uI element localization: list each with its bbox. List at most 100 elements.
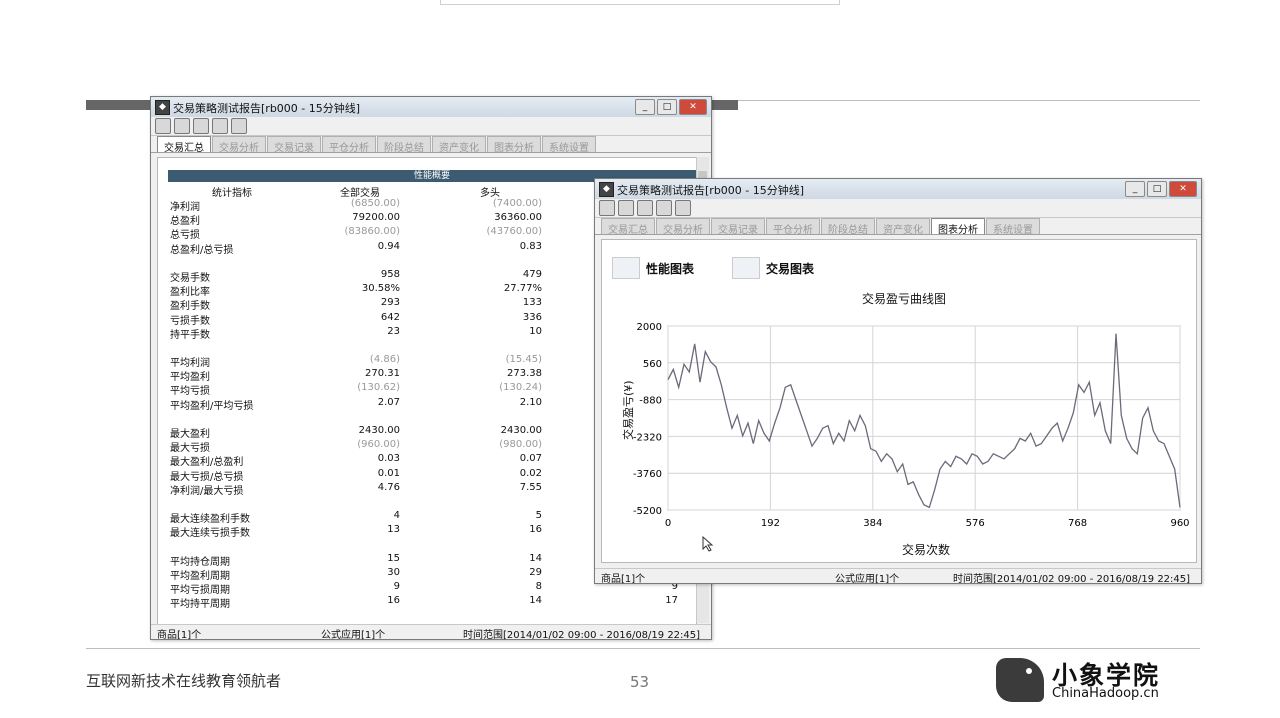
app-icon: ◆ (155, 100, 170, 115)
stat-value-all: (960.00) (357, 439, 400, 451)
y-tick-label: -3760 (633, 469, 662, 480)
app-icon: ◆ (599, 182, 614, 197)
stat-value-all: 270.31 (365, 368, 400, 380)
copy-icon[interactable] (618, 200, 634, 216)
status-goods: 商品[1]个 (157, 630, 202, 641)
copy-icon[interactable] (174, 118, 190, 134)
stat-value-all: (130.62) (357, 382, 400, 394)
minimize-button[interactable]: _ (635, 99, 655, 115)
chart-panel: 性能图表 交易图表 交易盈亏曲线图 0 192 384 576 768 960 2000 56… (601, 239, 1197, 563)
minimize-button[interactable]: _ (1125, 181, 1145, 197)
stat-label: 平均亏损周期 (170, 585, 230, 597)
stat-value-all: 16 (387, 595, 400, 607)
stat-value-all: 293 (380, 297, 400, 309)
tab-item[interactable]: 阶段总结 (377, 136, 431, 154)
stat-label: 盈利比率 (170, 287, 210, 299)
stat-label: 交易手数 (170, 272, 210, 284)
status-range: 时间范围[2014/01/02 09:00 - 2016/08/19 22:45… (463, 630, 701, 641)
tab-item[interactable]: 图表分析 (487, 136, 541, 154)
stat-value-all: 958 (380, 268, 400, 280)
tab-item[interactable]: 资产变化 (432, 136, 486, 154)
tab-item[interactable]: 平仓分析 (322, 136, 376, 154)
report-window-chart: ◆ 交易策略测试报告[rb000 - 15分钟线] _ □ ✕ 交易汇总 交易分析… (594, 178, 1202, 585)
tab-item[interactable]: 图表分析 (931, 218, 985, 236)
maximize-button[interactable]: □ (657, 99, 677, 115)
stat-value-all: 0.01 (377, 467, 400, 479)
title-bar[interactable]: ◆ 交易策略测试报告[rb000 - 15分钟线] _ □ ✕ (595, 179, 1201, 199)
column-header: 全部交易 (340, 188, 380, 199)
y-tick-label: 2000 (637, 322, 662, 333)
y-tick-label: -2320 (633, 432, 662, 443)
tab-item[interactable]: 系统设置 (542, 136, 596, 154)
mouse-cursor-icon (702, 536, 714, 552)
help-icon[interactable] (212, 118, 228, 134)
exit-icon[interactable] (675, 200, 691, 216)
x-tick-label: 384 (863, 518, 882, 529)
x-axis-label: 交易次数 (902, 543, 951, 557)
stat-value-all: 0.94 (377, 240, 400, 252)
help-icon[interactable] (656, 200, 672, 216)
column-header: 多头 (480, 188, 500, 199)
print-icon[interactable] (193, 118, 209, 134)
print-icon[interactable] (637, 200, 653, 216)
x-tick-label: 768 (1068, 518, 1087, 529)
stat-value-long: 336 (522, 311, 542, 323)
stat-value-long: (15.45) (505, 354, 542, 366)
status-bar: 商品[1]个 公式应用[1]个 时间范围[2014/01/02 09:00 - … (151, 624, 711, 641)
tab-item[interactable]: 交易汇总 (157, 136, 211, 154)
page-number: 53 (630, 673, 650, 691)
stat-label: 持平手数 (170, 329, 210, 341)
tab-item[interactable]: 交易汇总 (601, 218, 655, 236)
stat-value-long: (43760.00) (486, 226, 542, 238)
stat-label: 总盈利 (170, 216, 200, 228)
stat-label: 净利润 (170, 202, 200, 213)
stat-value-all: 79200.00 (352, 212, 400, 224)
maximize-button[interactable]: □ (1147, 181, 1167, 197)
stat-value-all: 9 (393, 581, 400, 593)
tab-item[interactable]: 阶段总结 (821, 218, 875, 236)
stat-value-long: (7400.00) (492, 198, 542, 209)
stat-label: 平均利润 (170, 358, 210, 370)
tab-item[interactable]: 平仓分析 (766, 218, 820, 236)
tab-strip: 交易汇总 交易分析 交易记录 平仓分析 阶段总结 资产变化 图表分析 系统设置 (151, 136, 711, 154)
stat-value-long: 7.55 (519, 481, 542, 493)
window-title: 交易策略测试报告[rb000 - 15分钟线] (617, 184, 805, 197)
column-header: 统计指标 (212, 188, 252, 199)
stat-value-all: 642 (380, 311, 400, 323)
y-tick-label: -880 (639, 396, 662, 407)
status-range: 时间范围[2014/01/02 09:00 - 2016/08/19 22:45… (953, 574, 1191, 585)
stat-label: 平均持仓周期 (170, 556, 230, 568)
stat-value-long: 29 (529, 566, 542, 578)
stat-value-short: 17 (665, 595, 678, 607)
stat-value-all: 0.03 (377, 453, 400, 465)
tab-item[interactable]: 资产变化 (876, 218, 930, 236)
stat-value-all: 2430.00 (358, 425, 400, 436)
title-bar[interactable]: ◆ 交易策略测试报告[rb000 - 15分钟线] _ □ ✕ (151, 97, 711, 117)
tab-item[interactable]: 交易分析 (212, 136, 266, 154)
exit-icon[interactable] (231, 118, 247, 134)
stat-value-all: 23 (387, 325, 400, 337)
close-button[interactable]: ✕ (679, 99, 707, 115)
stat-value-all: 4.76 (377, 481, 400, 493)
chinahadoop-logo: 小象学院 ChinaHadoop.cn (996, 656, 1186, 706)
x-tick-label: 192 (761, 518, 780, 529)
pnl-line-chart: 0 192 384 576 768 960 2000 560 -880 -2320 -3760 -52… (633, 322, 1190, 529)
stat-value-long: 27.77% (503, 283, 542, 295)
tab-item[interactable]: 交易记录 (711, 218, 765, 236)
save-icon[interactable] (155, 118, 171, 134)
save-icon[interactable] (599, 200, 615, 216)
close-button[interactable]: ✕ (1169, 181, 1197, 197)
stats-row: 平均持平周期 16 14 17 (170, 595, 690, 610)
status-formula: 公式应用[1]个 (835, 574, 900, 585)
tab-item[interactable]: 交易记录 (267, 136, 321, 154)
x-tick-label: 960 (1170, 518, 1189, 529)
stat-value-all: 30.58% (361, 283, 400, 295)
stat-value-long: 5 (535, 510, 542, 522)
tab-item[interactable]: 交易分析 (656, 218, 710, 236)
tab-item[interactable]: 系统设置 (986, 218, 1040, 236)
stat-value-long: 0.02 (519, 467, 542, 479)
stat-value-long: 8 (535, 581, 542, 593)
stat-value-long: 479 (522, 268, 542, 280)
stat-value-all: 13 (387, 524, 400, 536)
stat-label: 平均盈利周期 (170, 570, 230, 582)
